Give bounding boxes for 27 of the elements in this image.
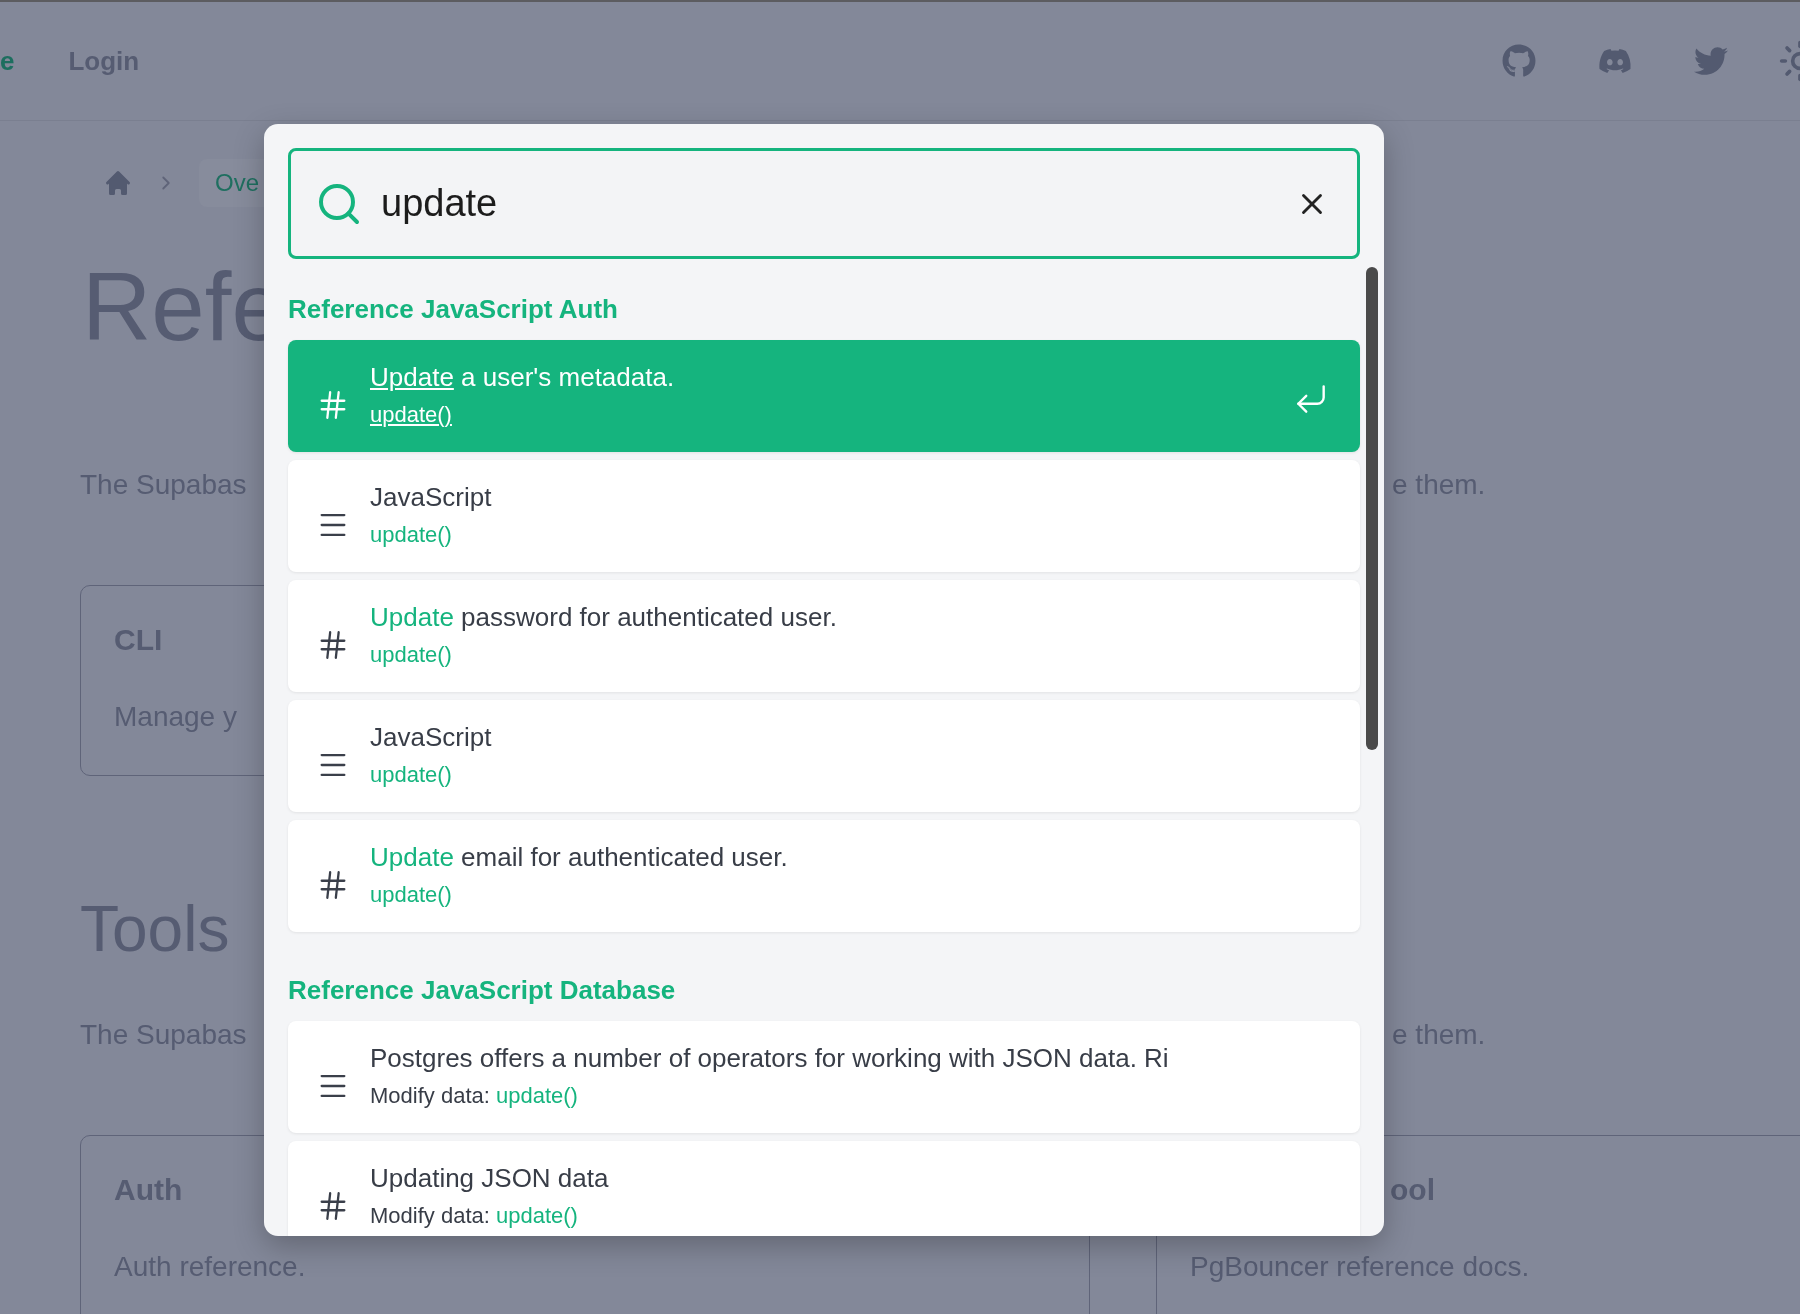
result-subtitle: Modify data: update() bbox=[370, 1082, 579, 1110]
result-title: JavaScript bbox=[370, 722, 493, 752]
group-heading: Reference JavaScript Database bbox=[288, 975, 677, 1005]
search-result[interactable]: Updating JSON data Modify data: update() bbox=[288, 1141, 1360, 1236]
twitter-icon[interactable] bbox=[1694, 44, 1728, 78]
search-field[interactable]: update bbox=[288, 148, 1360, 259]
search-result[interactable]: JavaScript update() bbox=[288, 700, 1360, 812]
result-subtitle: Modify data: update() bbox=[370, 1202, 579, 1230]
result-subtitle: update() bbox=[370, 641, 453, 669]
result-title: Update password for authenticated user. bbox=[370, 602, 838, 632]
result-subtitle: update() bbox=[370, 401, 453, 429]
group-heading: Reference JavaScript Auth bbox=[288, 294, 619, 324]
result-title: Postgres offers a number of operators for working with JSON data. Ri bbox=[370, 1043, 1170, 1073]
scrollbar-thumb[interactable] bbox=[1366, 267, 1378, 750]
result-subtitle: update() bbox=[370, 761, 453, 789]
result-subtitle: update() bbox=[370, 521, 453, 549]
search-result[interactable]: Update email for authenticated user. update() bbox=[288, 820, 1360, 932]
search-result[interactable]: Update password for authenticated user. update() bbox=[288, 580, 1360, 692]
result-title: Update a user's metadata. bbox=[370, 362, 676, 392]
home-icon[interactable] bbox=[103, 168, 133, 198]
github-icon[interactable] bbox=[1502, 44, 1536, 78]
result-title: Update email for authenticated user. bbox=[370, 842, 789, 872]
search-result[interactable]: Postgres offers a number of operators for working with JSON data. Ri Modify data: update() bbox=[288, 1021, 1360, 1133]
result-title: Updating JSON data bbox=[370, 1163, 610, 1193]
search-result[interactable]: JavaScript update() bbox=[288, 460, 1360, 572]
result-subtitle: update() bbox=[370, 881, 453, 909]
result-title: JavaScript bbox=[370, 482, 493, 512]
